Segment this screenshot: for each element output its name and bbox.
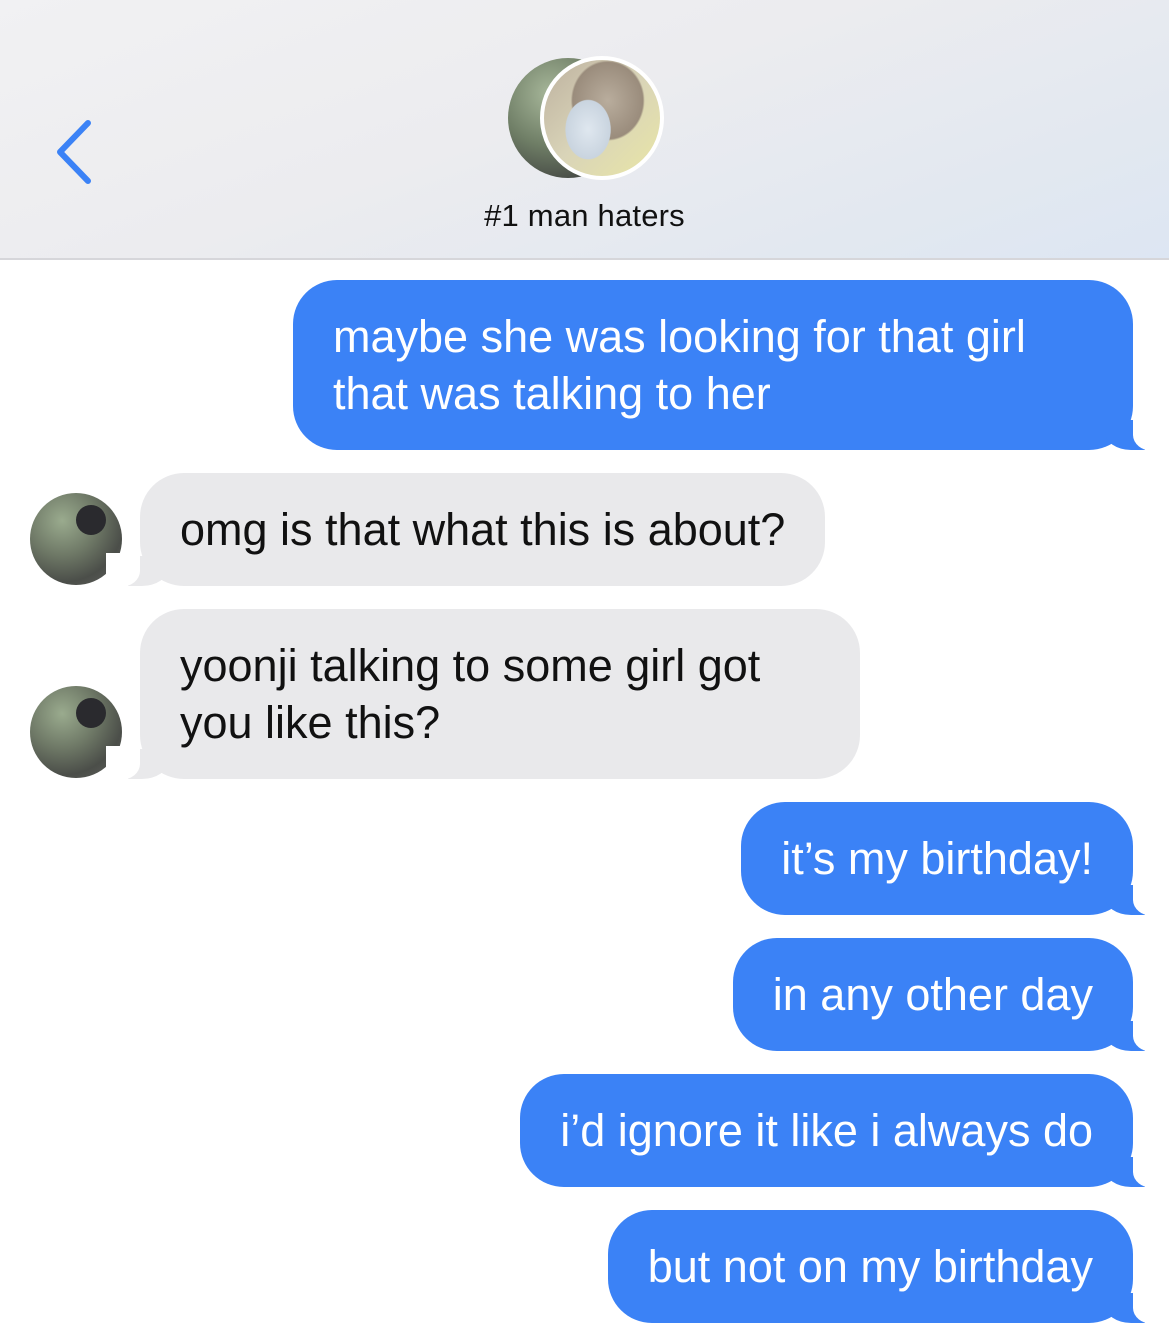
message-text: in any other day	[772, 969, 1093, 1020]
message-text: it’s my birthday!	[781, 833, 1093, 884]
message-text: yoonji talking to some girl got you like…	[180, 640, 761, 748]
message-text: maybe she was looking for that girl that…	[333, 311, 1026, 419]
message-row: maybe she was looking for that girl that…	[293, 280, 1167, 451]
chevron-left-icon	[57, 120, 91, 184]
message-row: but not on my birthday	[607, 1210, 1168, 1324]
message-text: but not on my birthday	[647, 1241, 1093, 1292]
sent-message-bubble[interactable]: in any other day	[732, 938, 1168, 1052]
message-row: yoonji talking to some girl got you like…	[106, 609, 860, 780]
sent-message-bubble[interactable]: maybe she was looking for that girl that…	[293, 280, 1167, 451]
message-row: i’d ignore it like i always do	[520, 1074, 1167, 1188]
group-member-avatar	[540, 56, 664, 180]
received-message-bubble[interactable]: yoonji talking to some girl got you like…	[106, 609, 860, 780]
group-avatar-stack[interactable]	[508, 56, 668, 184]
group-title[interactable]: #1 man haters	[0, 198, 1169, 234]
message-text: i’d ignore it like i always do	[560, 1105, 1093, 1156]
conversation-header: #1 man haters	[0, 0, 1169, 260]
sent-message-bubble[interactable]: i’d ignore it like i always do	[520, 1074, 1167, 1188]
message-text: omg is that what this is about?	[180, 504, 786, 555]
message-thread: maybe she was looking for that girl that…	[0, 260, 1169, 1330]
sent-message-bubble[interactable]: it’s my birthday!	[741, 802, 1167, 916]
message-row: it’s my birthday!	[741, 802, 1167, 916]
received-message-bubble[interactable]: omg is that what this is about?	[105, 473, 826, 587]
back-button[interactable]	[44, 112, 104, 192]
message-row: in any other day	[732, 938, 1168, 1052]
message-row: omg is that what this is about?	[105, 473, 826, 587]
sent-message-bubble[interactable]: but not on my birthday	[607, 1210, 1168, 1324]
